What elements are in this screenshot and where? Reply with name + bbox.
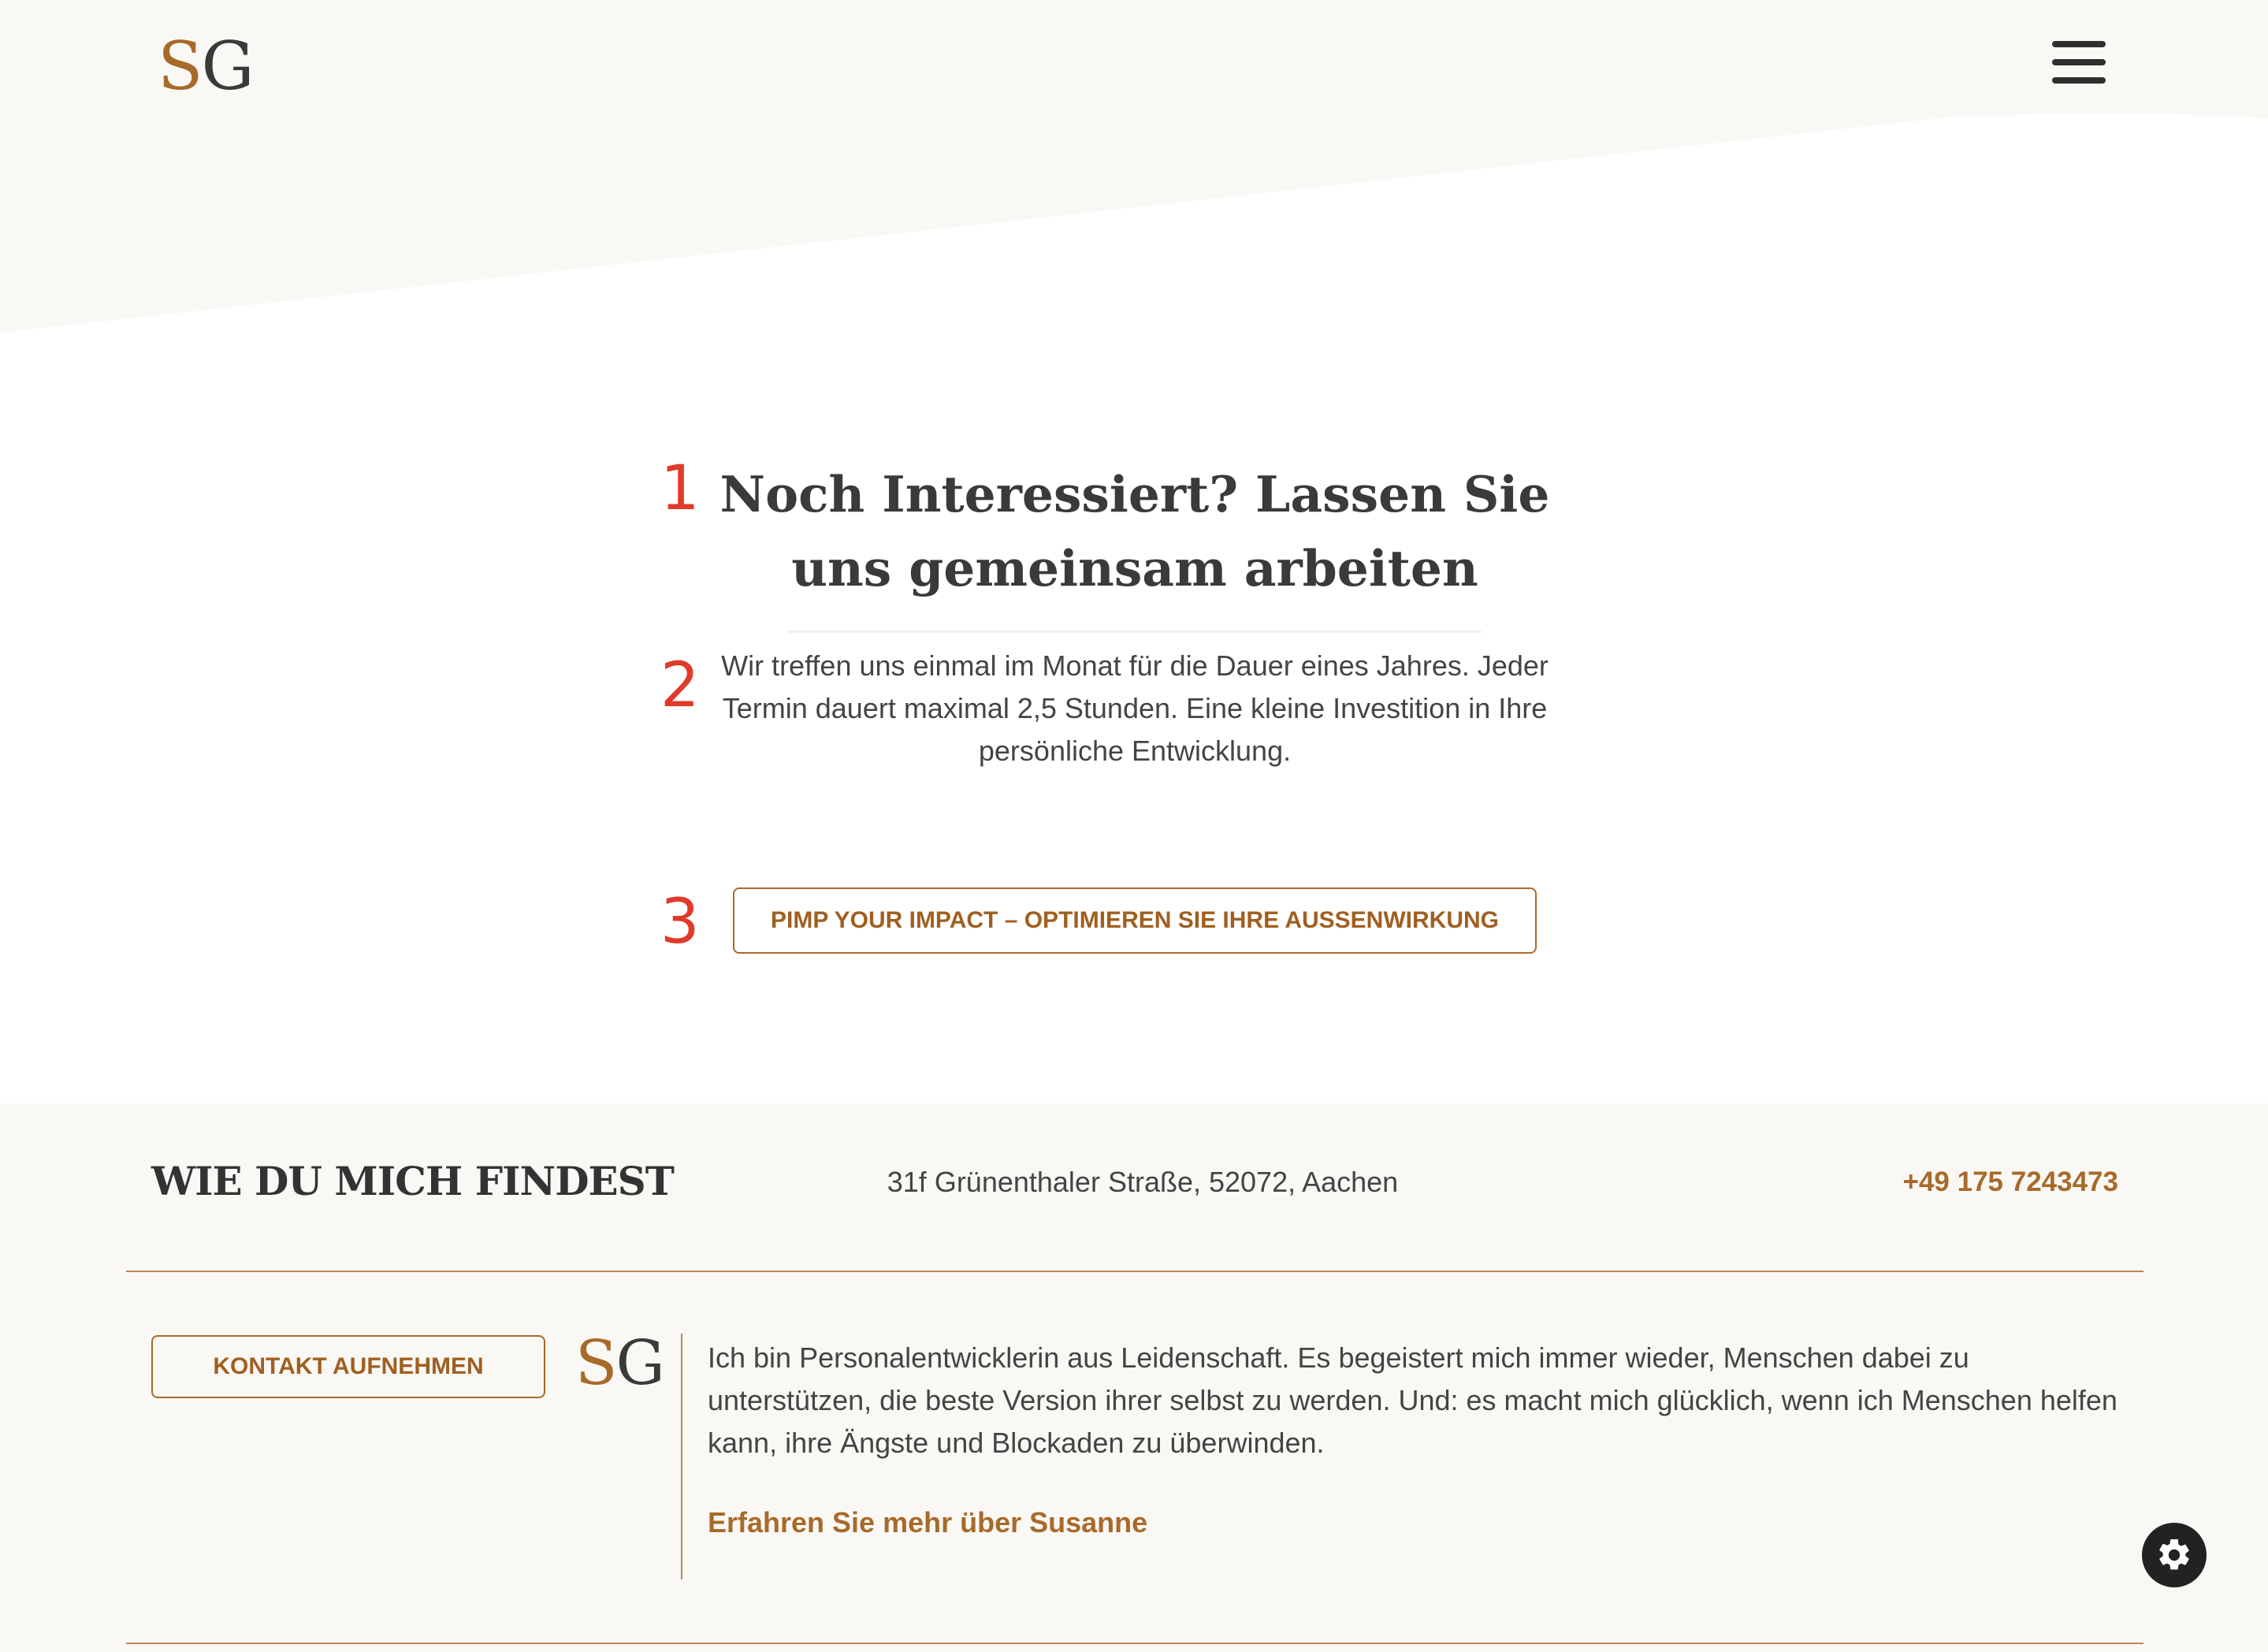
footer-logo[interactable]: SG <box>575 1326 665 1401</box>
contact-button[interactable]: KONTAKT AUFNEHMEN <box>151 1335 545 1398</box>
header-background-shape <box>0 0 2268 333</box>
hamburger-icon[interactable] <box>2052 41 2106 84</box>
footer-address: 31f Grünenthaler Straße, 52072, Aachen <box>887 1166 1399 1198</box>
footer-phone-link[interactable]: +49 175 7243473 <box>1903 1160 2118 1204</box>
about-text: Ich bin Personalentwicklerin aus Leidens… <box>708 1341 2117 1459</box>
gear-icon <box>2159 1539 2189 1570</box>
about-susanne-link[interactable]: Erfahren Sie mehr über Susanne <box>708 1501 1147 1545</box>
logo-letter-g: G <box>201 28 255 105</box>
cta-description: Wir treffen uns einmal im Monat für die … <box>721 649 1549 767</box>
footer-heading: WIE DU MICH FINDEST <box>151 1158 675 1204</box>
logo-letter-s: S <box>158 28 203 105</box>
footer-divider-bottom <box>126 1643 2143 1644</box>
settings-button[interactable] <box>2142 1523 2207 1587</box>
cta-title: Noch Interessiert? Lassen Sie uns gemein… <box>719 465 1550 597</box>
cta-divider <box>788 631 1482 633</box>
footer-divider-top <box>126 1271 2143 1272</box>
site-logo[interactable]: SG <box>158 27 255 106</box>
cta-section: 1 Noch Interessiert? Lassen Sie uns geme… <box>0 339 2268 1103</box>
footer-logo-letter-g: G <box>615 1328 664 1399</box>
footer-logo-letter-s: S <box>575 1328 617 1399</box>
annotation-marker-3: 3 <box>660 887 700 958</box>
site-footer: WIE DU MICH FINDEST 31f Grünenthaler Str… <box>0 1103 2268 1652</box>
pimp-your-impact-button[interactable]: PIMP YOUR IMPACT – OPTIMIEREN SIE IHRE A… <box>733 887 1537 954</box>
site-header: SG <box>0 0 2268 339</box>
footer-vertical-divider <box>681 1334 682 1579</box>
